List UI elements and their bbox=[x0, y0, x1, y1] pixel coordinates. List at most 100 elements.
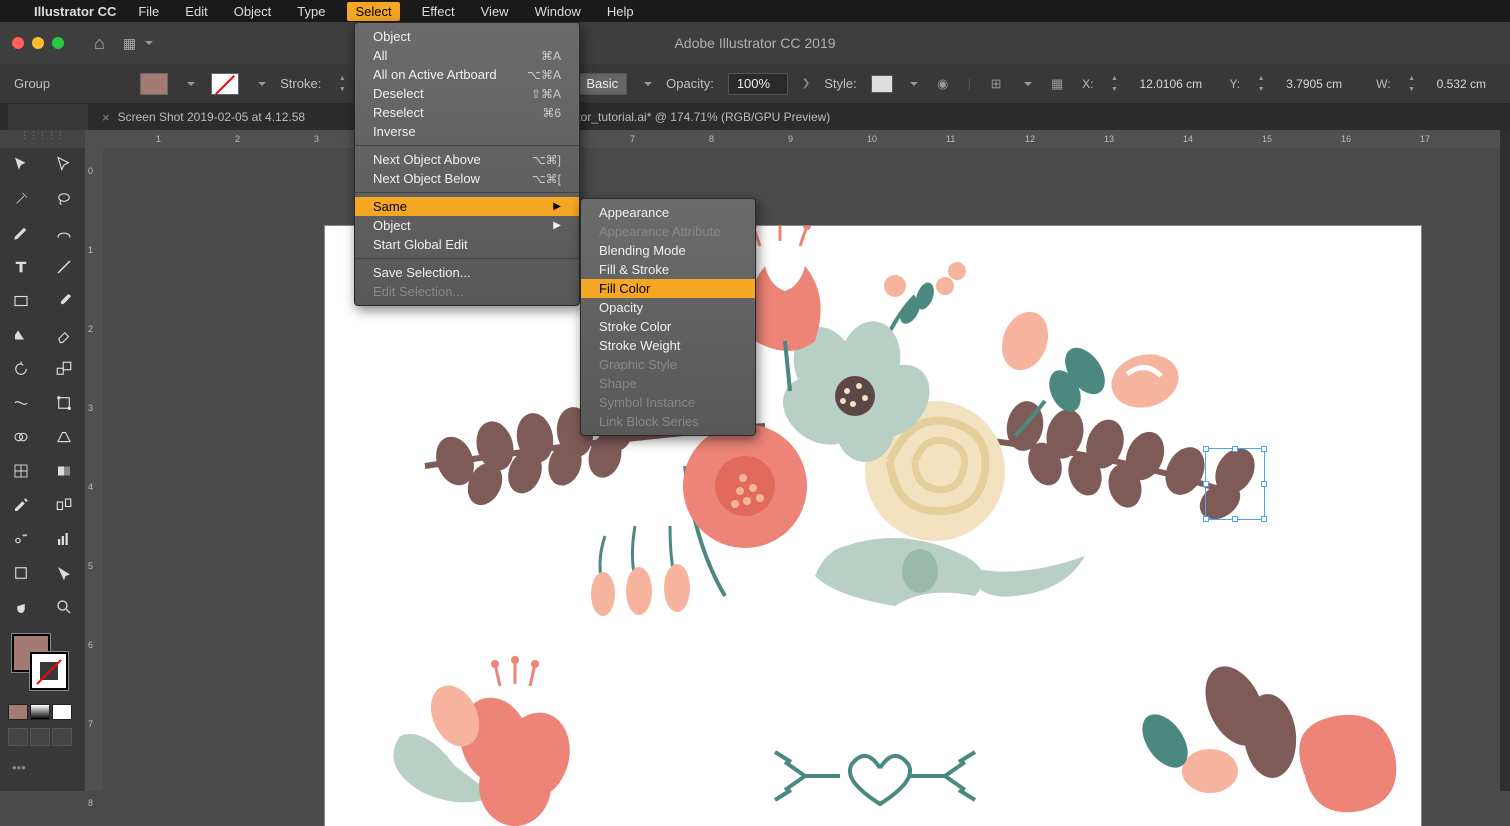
menu-item-reselect[interactable]: Reselect⌘6 bbox=[355, 103, 579, 122]
draw-normal[interactable] bbox=[8, 728, 28, 746]
menu-effect[interactable]: Effect bbox=[418, 2, 459, 21]
x-value[interactable]: 12.0106 cm bbox=[1135, 77, 1215, 91]
rotate-tool[interactable] bbox=[0, 352, 43, 386]
menu-item-deselect[interactable]: Deselect⇧⌘A bbox=[355, 84, 579, 103]
minimize-window-button[interactable] bbox=[32, 37, 44, 49]
draw-inside[interactable] bbox=[52, 728, 72, 746]
submenu-item-appearance[interactable]: Appearance bbox=[581, 203, 755, 222]
paintbrush-tool[interactable] bbox=[43, 284, 86, 318]
brush-definition[interactable]: Basic bbox=[577, 73, 627, 95]
draw-behind[interactable] bbox=[30, 728, 50, 746]
menu-window[interactable]: Window bbox=[531, 2, 585, 21]
style-dropdown[interactable] bbox=[910, 82, 918, 86]
align-dropdown[interactable] bbox=[1024, 82, 1032, 86]
column-graph-tool[interactable] bbox=[43, 522, 86, 556]
stroke-weight-stepper[interactable]: ▲▼ bbox=[335, 73, 349, 95]
submenu-item-blending-mode[interactable]: Blending Mode bbox=[581, 241, 755, 260]
opacity-dropdown[interactable]: ❯ bbox=[802, 78, 810, 89]
eraser-tool[interactable] bbox=[43, 318, 86, 352]
submenu-item-opacity[interactable]: Opacity bbox=[581, 298, 755, 317]
menu-object[interactable]: Object bbox=[230, 2, 276, 21]
selection-bounding-box[interactable] bbox=[1205, 448, 1265, 520]
document-tab-1[interactable]: × Screen Shot 2019-02-05 at 4.12.58 bbox=[88, 104, 319, 130]
y-stepper[interactable]: ▲▼ bbox=[1254, 73, 1268, 95]
submenu-item-stroke-color[interactable]: Stroke Color bbox=[581, 317, 755, 336]
close-tab-icon[interactable]: × bbox=[102, 110, 110, 125]
none-mode[interactable] bbox=[52, 704, 72, 720]
stroke-color-box[interactable] bbox=[30, 652, 68, 690]
menu-item-object[interactable]: Object bbox=[355, 27, 579, 46]
tools-panel-grip[interactable]: ⋮⋮⋮⋮⋮ bbox=[0, 130, 85, 148]
home-icon[interactable]: ⌂ bbox=[94, 33, 105, 54]
slice-tool[interactable] bbox=[43, 556, 86, 590]
rectangle-tool[interactable] bbox=[0, 284, 43, 318]
arrange-documents[interactable]: ▦ bbox=[123, 35, 153, 52]
gradient-mode[interactable] bbox=[30, 704, 50, 720]
select-menu-dropdown: ObjectAll⌘AAll on Active Artboard⌥⌘ADese… bbox=[354, 22, 580, 306]
symbol-sprayer-tool[interactable] bbox=[0, 522, 43, 556]
direct-selection-tool[interactable] bbox=[43, 148, 86, 182]
line-tool[interactable] bbox=[43, 250, 86, 284]
fill-stroke-indicator[interactable] bbox=[8, 634, 77, 694]
menu-view[interactable]: View bbox=[477, 2, 513, 21]
canvas-area[interactable] bbox=[103, 148, 1510, 791]
pen-tool[interactable] bbox=[0, 216, 43, 250]
submenu-item-fill-color[interactable]: Fill Color bbox=[581, 279, 755, 298]
menu-item-all-on-active-artboard[interactable]: All on Active Artboard⌥⌘A bbox=[355, 65, 579, 84]
lasso-tool[interactable] bbox=[43, 182, 86, 216]
brush-dropdown[interactable] bbox=[644, 82, 652, 86]
maximize-window-button[interactable] bbox=[52, 37, 64, 49]
menu-item-next-object-below[interactable]: Next Object Below⌥⌘[ bbox=[355, 169, 579, 188]
menu-item-next-object-above[interactable]: Next Object Above⌥⌘] bbox=[355, 150, 579, 169]
x-stepper[interactable]: ▲▼ bbox=[1107, 73, 1121, 95]
menu-help[interactable]: Help bbox=[603, 2, 638, 21]
app-name[interactable]: Illustrator CC bbox=[34, 4, 116, 19]
close-window-button[interactable] bbox=[12, 37, 24, 49]
fill-dropdown[interactable] bbox=[187, 82, 195, 86]
free-transform-tool[interactable] bbox=[43, 386, 86, 420]
collapsed-panels-strip[interactable] bbox=[1500, 130, 1510, 791]
type-tool[interactable] bbox=[0, 250, 43, 284]
w-value[interactable]: 0.532 cm bbox=[1433, 77, 1493, 91]
opacity-field[interactable]: 100% bbox=[728, 73, 788, 95]
color-mode[interactable] bbox=[8, 704, 28, 720]
stroke-dropdown[interactable] bbox=[258, 82, 266, 86]
y-value[interactable]: 3.7905 cm bbox=[1282, 77, 1362, 91]
menu-edit[interactable]: Edit bbox=[181, 2, 211, 21]
menu-item-save-selection-[interactable]: Save Selection... bbox=[355, 263, 579, 282]
menu-type[interactable]: Type bbox=[293, 2, 329, 21]
menu-select[interactable]: Select bbox=[347, 2, 399, 21]
w-stepper[interactable]: ▲▼ bbox=[1405, 73, 1419, 95]
stroke-swatch[interactable] bbox=[211, 73, 239, 95]
artboard-tool[interactable] bbox=[0, 556, 43, 590]
artboard[interactable] bbox=[325, 226, 1421, 826]
menu-item-all[interactable]: All⌘A bbox=[355, 46, 579, 65]
shape-builder-tool[interactable] bbox=[0, 420, 43, 454]
transform-icon[interactable]: ▦ bbox=[1046, 73, 1068, 95]
menu-file[interactable]: File bbox=[134, 2, 163, 21]
fill-swatch[interactable] bbox=[140, 73, 168, 95]
submenu-item-stroke-weight[interactable]: Stroke Weight bbox=[581, 336, 755, 355]
blend-tool[interactable] bbox=[43, 488, 86, 522]
eyedropper-tool[interactable] bbox=[0, 488, 43, 522]
menu-item-same[interactable]: Same▶ bbox=[355, 197, 579, 216]
align-icon[interactable]: ⊞ bbox=[985, 73, 1007, 95]
shaper-tool[interactable] bbox=[0, 318, 43, 352]
scale-tool[interactable] bbox=[43, 352, 86, 386]
style-swatch[interactable] bbox=[871, 75, 893, 93]
hand-tool[interactable] bbox=[0, 590, 43, 624]
recolor-icon[interactable]: ◉ bbox=[932, 73, 954, 95]
selection-tool[interactable] bbox=[0, 148, 43, 182]
perspective-tool[interactable] bbox=[43, 420, 86, 454]
gradient-tool[interactable] bbox=[43, 454, 86, 488]
curvature-tool[interactable] bbox=[43, 216, 86, 250]
menu-item-start-global-edit[interactable]: Start Global Edit bbox=[355, 235, 579, 254]
mesh-tool[interactable] bbox=[0, 454, 43, 488]
edit-toolbar-icon[interactable]: ••• bbox=[12, 760, 73, 775]
menu-item-inverse[interactable]: Inverse bbox=[355, 122, 579, 141]
zoom-tool[interactable] bbox=[43, 590, 86, 624]
menu-item-object[interactable]: Object▶ bbox=[355, 216, 579, 235]
width-tool[interactable] bbox=[0, 386, 43, 420]
submenu-item-fill-stroke[interactable]: Fill & Stroke bbox=[581, 260, 755, 279]
magic-wand-tool[interactable] bbox=[0, 182, 43, 216]
